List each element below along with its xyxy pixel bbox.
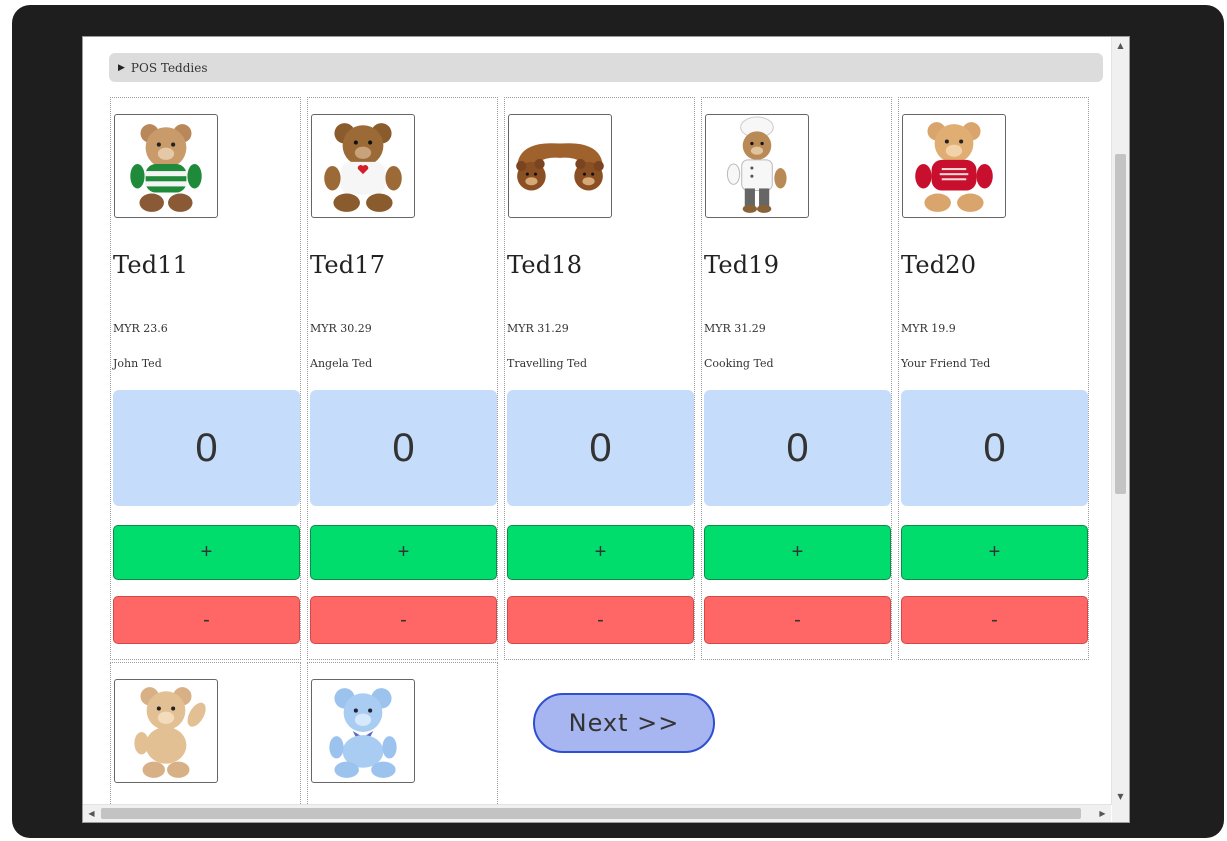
product-description: Travelling Ted (507, 357, 588, 370)
teddy-neck-pillow-image[interactable] (508, 114, 612, 218)
increment-button[interactable]: + (901, 525, 1088, 580)
product-price: MYR 31.29 (704, 322, 766, 335)
browser-screen: ▶ POS Teddies Ted11 MYR 23.6 John Ted 0 … (82, 36, 1130, 823)
increment-button[interactable]: + (113, 525, 300, 580)
product-price: MYR 19.9 (901, 322, 956, 335)
quantity-display: 0 (704, 390, 891, 506)
product-card-partial (307, 662, 498, 805)
teddy-red-shirt-image[interactable] (902, 114, 1006, 218)
scroll-down-icon[interactable]: ▼ (1112, 788, 1129, 805)
horizontal-scroll-thumb[interactable] (101, 808, 1081, 819)
page-viewport: ▶ POS Teddies Ted11 MYR 23.6 John Ted 0 … (83, 37, 1111, 805)
decrement-button[interactable]: - (901, 596, 1088, 644)
vertical-scroll-thumb[interactable] (1115, 154, 1126, 494)
section-title: POS Teddies (130, 60, 208, 75)
teddy-green-shirt-image[interactable] (114, 114, 218, 218)
quantity-display: 0 (113, 390, 300, 506)
product-price: MYR 31.29 (507, 322, 569, 335)
horizontal-scrollbar[interactable]: ◀ ▶ (83, 804, 1111, 822)
next-button[interactable]: Next >> (533, 693, 715, 753)
triangle-right-icon: ▶ (118, 62, 125, 73)
scrollbar-corner (1112, 805, 1129, 822)
product-card-ted19: Ted19 MYR 31.29 Cooking Ted 0 + - (701, 97, 892, 660)
tablet-frame: ▶ POS Teddies Ted11 MYR 23.6 John Ted 0 … (12, 5, 1224, 838)
product-name: Ted20 (901, 251, 977, 279)
decrement-button[interactable]: - (704, 596, 891, 644)
product-description: Your Friend Ted (901, 357, 991, 370)
section-header-pos-teddies[interactable]: ▶ POS Teddies (109, 53, 1103, 82)
scroll-left-icon[interactable]: ◀ (83, 805, 100, 822)
scroll-right-icon[interactable]: ▶ (1094, 805, 1111, 822)
scroll-up-icon[interactable]: ▲ (1112, 37, 1129, 54)
teddy-blue-image[interactable] (311, 679, 415, 783)
quantity-display: 0 (507, 390, 694, 506)
teddy-chef-image[interactable] (705, 114, 809, 218)
teddy-i-love-shirt-image[interactable] (311, 114, 415, 218)
product-name: Ted19 (704, 251, 780, 279)
increment-button[interactable]: + (704, 525, 891, 580)
product-card-ted11: Ted11 MYR 23.6 John Ted 0 + - (110, 97, 301, 660)
decrement-button[interactable]: - (310, 596, 497, 644)
product-card-ted17: Ted17 MYR 30.29 Angela Ted 0 + - (307, 97, 498, 660)
quantity-display: 0 (310, 390, 497, 506)
product-description: John Ted (113, 357, 162, 370)
product-name: Ted18 (507, 251, 583, 279)
product-description: Angela Ted (310, 357, 373, 370)
quantity-display: 0 (901, 390, 1088, 506)
product-price: MYR 30.29 (310, 322, 372, 335)
product-card-ted18: Ted18 MYR 31.29 Travelling Ted 0 + - (504, 97, 695, 660)
increment-button[interactable]: + (507, 525, 694, 580)
product-card-partial (110, 662, 301, 805)
decrement-button[interactable]: - (507, 596, 694, 644)
teddy-waving-image[interactable] (114, 679, 218, 783)
product-description: Cooking Ted (704, 357, 774, 370)
product-name: Ted11 (113, 251, 189, 279)
decrement-button[interactable]: - (113, 596, 300, 644)
increment-button[interactable]: + (310, 525, 497, 580)
product-name: Ted17 (310, 251, 386, 279)
product-price: MYR 23.6 (113, 322, 168, 335)
vertical-scrollbar[interactable]: ▲ ▼ (1111, 37, 1129, 805)
product-card-ted20: Ted20 MYR 19.9 Your Friend Ted 0 + - (898, 97, 1089, 660)
